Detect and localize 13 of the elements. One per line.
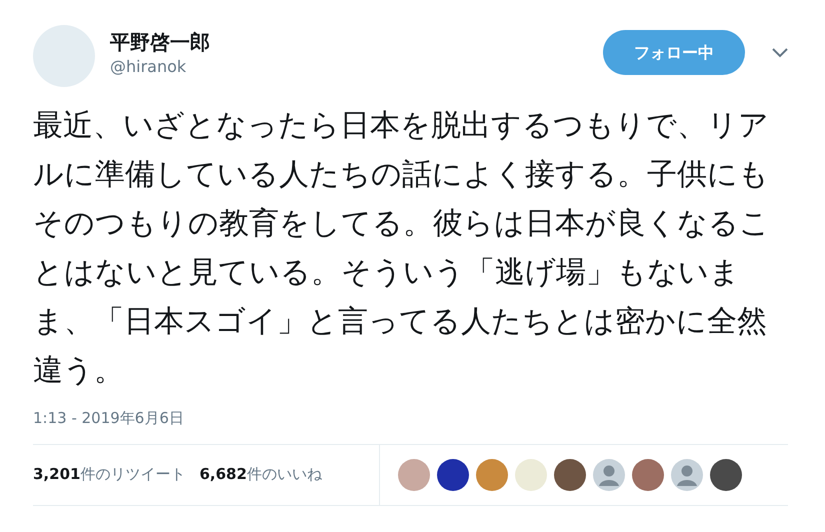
chevron-down-icon[interactable]	[772, 48, 788, 58]
avatar-photo[interactable]	[632, 458, 664, 490]
avatar-photo[interactable]	[710, 458, 742, 490]
stat-link[interactable]: 6,682件のいいね	[199, 463, 322, 486]
timestamp[interactable]: 1:13 - 2019年6月6日	[33, 407, 788, 430]
author-name[interactable]: 平野啓一郎	[110, 28, 210, 56]
default-avatar-icon[interactable]	[593, 458, 625, 490]
avatar-photo[interactable]	[554, 458, 586, 490]
default-avatar-icon[interactable]	[671, 458, 703, 490]
tweet-text: 最近、いざとなったら日本を脱出するつもりで、リアルに準備している人たちの話によく接する。子供にもそのつもりの教育をしてる。彼らは日本が良くなることはないと見ている。そういう「逃げ場」もないまま、「日本スゴイ」と言ってる人たちとは密かに全然違う。	[33, 107, 771, 390]
author-handle: @hiranok	[110, 56, 188, 78]
avatar-photo[interactable]	[437, 458, 469, 490]
stat-link[interactable]: 3,201件のリツイート	[33, 463, 186, 486]
